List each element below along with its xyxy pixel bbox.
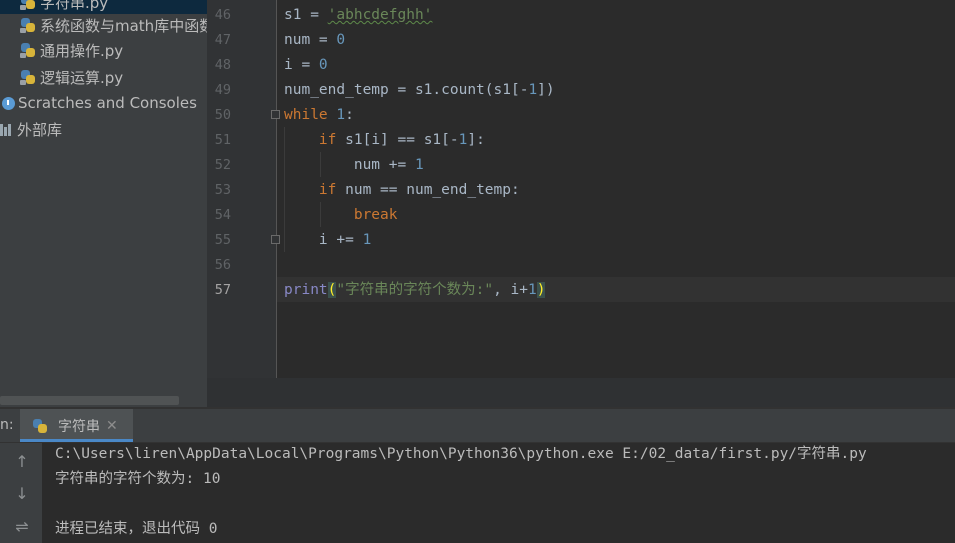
tree-item-label: 系统函数与math库中函数 bbox=[40, 16, 207, 35]
line-number: 49 bbox=[214, 82, 231, 98]
code-line: s1 = 'abhcdefghh' bbox=[284, 7, 433, 23]
code-line: num += 1 bbox=[353, 157, 424, 173]
code-line-current: print("字符串的字符个数为:", i+1) bbox=[284, 282, 546, 298]
tree-item-label: Scratches and Consoles bbox=[18, 94, 197, 112]
fold-marker-icon[interactable] bbox=[271, 110, 280, 119]
scratches-icon bbox=[2, 96, 15, 110]
line-number: 50 bbox=[214, 107, 231, 123]
project-tree-panel: 字符串.py 系统函数与math库中函数 通用操作.py 逻辑运算.py Scr… bbox=[0, 0, 207, 407]
arrow-up-icon[interactable]: ↑ bbox=[12, 452, 32, 472]
run-panel-label: n: bbox=[0, 417, 14, 433]
python-file-icon bbox=[20, 42, 36, 58]
code-line: while 1: bbox=[284, 107, 354, 123]
run-tab-label: 字符串 bbox=[58, 418, 100, 435]
code-line: num = 0 bbox=[284, 32, 346, 48]
python-file-icon bbox=[32, 418, 48, 434]
console-line: 进程已结束，退出代码 0 bbox=[55, 521, 218, 537]
run-toolbar: ↑ ↓ ⇌ bbox=[0, 443, 42, 543]
line-number: 48 bbox=[214, 57, 231, 73]
console-line: 字符串的字符个数为: 10 bbox=[55, 471, 221, 487]
line-number: 47 bbox=[214, 32, 231, 48]
python-file-icon bbox=[20, 17, 36, 33]
code-line: num_end_temp = s1.count(s1[-1]) bbox=[284, 82, 555, 98]
run-panel-header: n: 字符串 ✕ bbox=[0, 409, 955, 443]
line-number: 46 bbox=[214, 7, 231, 23]
tree-item-label: 外部库 bbox=[17, 120, 63, 139]
python-file-icon bbox=[20, 69, 36, 85]
tree-item-logic-ops[interactable]: 逻辑运算.py bbox=[20, 65, 123, 89]
tree-item-math-functions[interactable]: 系统函数与math库中函数 bbox=[20, 13, 207, 37]
line-number: 56 bbox=[214, 257, 231, 273]
close-icon[interactable]: ✕ bbox=[106, 418, 118, 434]
code-line: if num == num_end_temp: bbox=[318, 182, 520, 198]
python-file-icon bbox=[20, 0, 36, 10]
console-line: C:\Users\liren\AppData\Local\Programs\Py… bbox=[55, 446, 867, 462]
tree-item-external-libraries[interactable]: 外部库 bbox=[0, 117, 62, 141]
line-number: 53 bbox=[214, 182, 231, 198]
line-number: 55 bbox=[214, 232, 231, 248]
run-tab[interactable]: 字符串 ✕ bbox=[20, 409, 133, 442]
line-number: 54 bbox=[214, 207, 231, 223]
code-line: break bbox=[353, 207, 398, 223]
code-line: if s1[i] == s1[-1]: bbox=[318, 132, 485, 148]
fold-marker-icon[interactable] bbox=[271, 235, 280, 244]
editor-bottom-area bbox=[207, 378, 955, 407]
line-number: 51 bbox=[214, 132, 231, 148]
tree-item-label: 通用操作.py bbox=[40, 41, 124, 60]
tree-item-common-ops[interactable]: 通用操作.py bbox=[20, 38, 123, 62]
arrow-down-icon[interactable]: ↓ bbox=[12, 484, 32, 504]
tree-item-scratches[interactable]: Scratches and Consoles bbox=[2, 91, 197, 115]
code-line: i = 0 bbox=[284, 57, 328, 73]
code-line: i += 1 bbox=[318, 232, 372, 248]
tree-item-label: 逻辑运算.py bbox=[40, 68, 124, 87]
line-number-current: 57 bbox=[214, 282, 231, 298]
tree-item-string-py[interactable]: 字符串.py bbox=[0, 0, 207, 14]
tree-item-label: 字符串.py bbox=[40, 0, 109, 12]
line-number: 52 bbox=[214, 157, 231, 173]
soft-wrap-icon[interactable]: ⇌ bbox=[12, 517, 32, 537]
horizontal-scrollbar[interactable] bbox=[0, 396, 179, 405]
library-icon bbox=[0, 122, 14, 136]
